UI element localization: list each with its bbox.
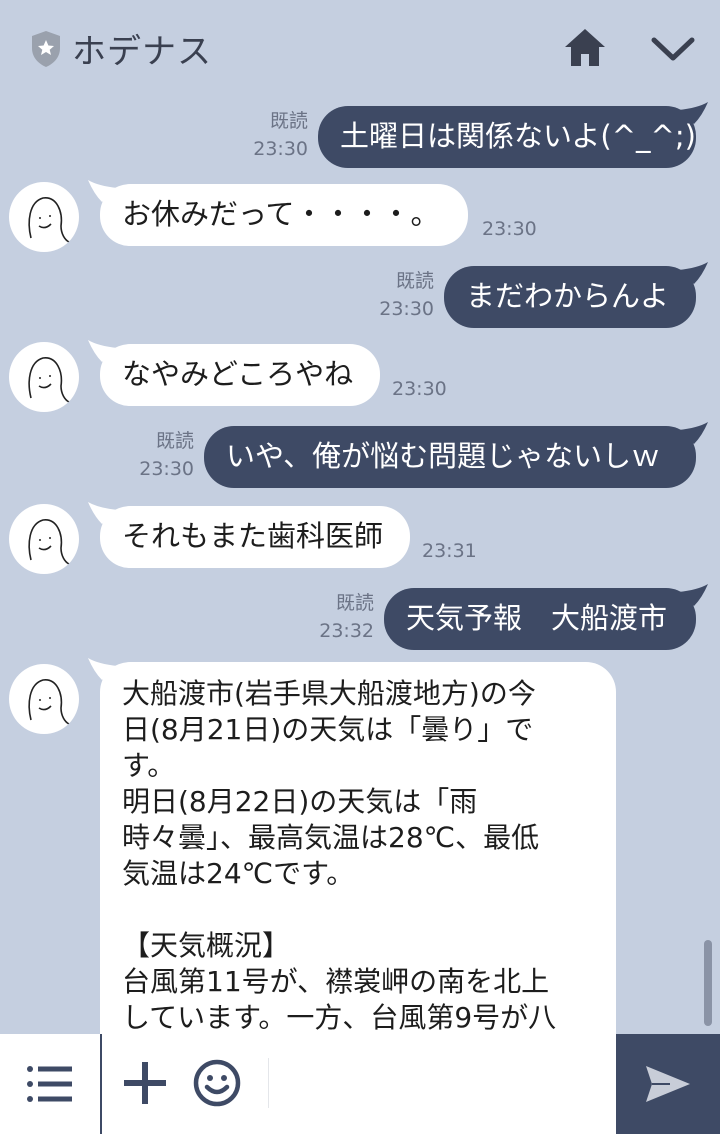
read-status: 既読 (269, 110, 308, 132)
shield-icon (32, 31, 60, 67)
bubble-tail (88, 340, 118, 362)
smile-icon[interactable] (192, 1058, 242, 1108)
message-time: 23:30 (482, 218, 537, 240)
divider (100, 1034, 102, 1134)
message-time: 23:30 (392, 378, 447, 400)
bubble-tail (88, 502, 118, 524)
menu-icon[interactable] (26, 1064, 74, 1104)
message-time: 23:30 (379, 298, 434, 320)
read-status: 既読 (395, 270, 434, 292)
bubble-tail (88, 180, 118, 202)
chat-header: ホデナス (0, 0, 720, 96)
message-input[interactable] (276, 1046, 610, 1124)
incoming-message[interactable]: それもまた歯科医師 (88, 502, 410, 568)
read-status: 既読 (335, 592, 374, 614)
avatar[interactable] (9, 664, 79, 734)
chevron-down-icon[interactable] (650, 34, 696, 64)
bubble-tail (678, 102, 708, 124)
divider (268, 1058, 269, 1108)
outgoing-message[interactable]: いや、俺が悩む問題じゃないしｗ (204, 422, 708, 488)
outgoing-message[interactable]: まだわからんよ (444, 262, 708, 328)
message-text: まだわからんよ (466, 279, 670, 313)
message-time: 23:30 (253, 138, 308, 160)
weather-overview-heading: 【天気概況】 (122, 929, 291, 962)
send-icon (646, 1066, 690, 1102)
home-icon[interactable] (562, 26, 608, 70)
send-button[interactable] (616, 1034, 720, 1134)
message-text: それもまた歯科医師 (122, 519, 384, 553)
plus-icon[interactable] (122, 1060, 168, 1106)
outgoing-message[interactable]: 天気予報 大船渡市 (384, 584, 708, 650)
weather-overview-text: 台風第11号が、襟裳岬の南を北上 しています。一方、台風第9号が八 (122, 965, 557, 1034)
incoming-message[interactable]: お休みだって・・・・。 (88, 180, 468, 246)
message-text: 土曜日は関係ないよ(^_^;) (340, 119, 696, 153)
bubble-tail (678, 262, 708, 284)
read-status: 既読 (155, 430, 194, 452)
message-time: 23:30 (139, 458, 194, 480)
message-text: 天気予報 大船渡市 (406, 601, 668, 635)
avatar[interactable] (9, 342, 79, 412)
weather-forecast-text: 大船渡市(岩手県大船渡地方)の今 日(8月21日)の天気は「曇り」で す。 明日… (122, 677, 540, 890)
message-meta: 既読 23:30 (240, 110, 308, 160)
message-text: なやみどころやね (122, 357, 354, 391)
avatar[interactable] (9, 504, 79, 574)
avatar[interactable] (9, 182, 79, 252)
message-meta: 既読 23:30 (366, 270, 434, 320)
message-text: いや、俺が悩む問題じゃないしｗ (226, 439, 661, 473)
outgoing-message[interactable]: 土曜日は関係ないよ(^_^;) (318, 102, 708, 168)
message-meta: 既読 23:32 (306, 592, 374, 642)
bubble-tail (678, 422, 708, 444)
message-time: 23:31 (422, 540, 477, 562)
message-time: 23:32 (319, 620, 374, 642)
message-meta: 既読 23:30 (126, 430, 194, 480)
incoming-message[interactable]: なやみどころやね (88, 340, 380, 406)
incoming-message-long[interactable]: 大船渡市(岩手県大船渡地方)の今 日(8月21日)の天気は「曇り」で す。 明日… (100, 662, 616, 1034)
chat-title: ホデナス (72, 32, 212, 72)
bubble-tail (678, 584, 708, 606)
message-text: お休みだって・・・・。 (122, 197, 440, 231)
scrollbar-thumb[interactable] (704, 940, 712, 1026)
